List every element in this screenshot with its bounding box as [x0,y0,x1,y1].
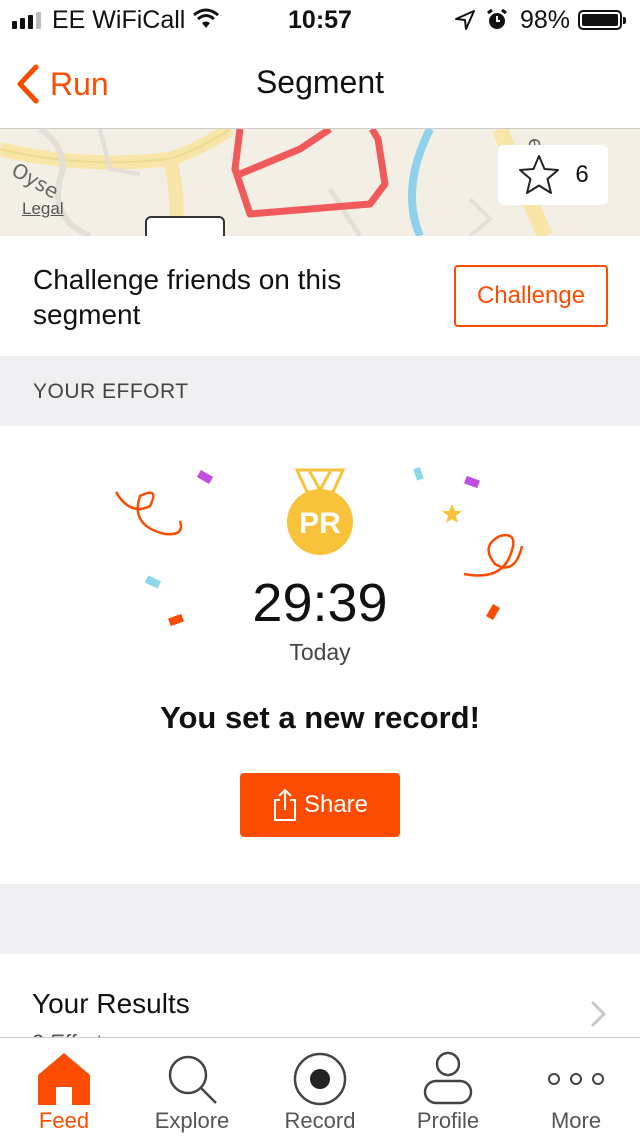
share-label: Share [303,791,369,818]
section-header: YOUR EFFORT [0,356,640,426]
map-legal-link[interactable]: Legal [22,199,64,219]
pr-medal-icon: PR [287,468,353,555]
share-button[interactable]: Share [240,773,400,837]
tab-feed[interactable]: Feed [0,1038,128,1137]
segment-map[interactable]: Oyse e wa Legal 6 [0,129,640,236]
search-icon [168,1055,217,1104]
results-title: Your Results [32,988,190,1019]
effort-date: Today [289,639,351,665]
profile-icon [423,1051,473,1105]
tab-label: Record [284,1108,356,1133]
share-icon [273,788,296,821]
chevron-right-icon [591,1001,607,1027]
pr-badge-text: PR [299,507,341,540]
location-arrow-icon [455,10,475,30]
tab-profile[interactable]: Profile [384,1038,512,1137]
home-icon [38,1053,90,1105]
record-icon [293,1052,347,1106]
more-icon [548,1073,604,1085]
battery-icon [578,10,626,30]
star-count: 6 [575,161,589,188]
tab-label: Feed [38,1108,90,1133]
challenge-text: Challenge friends on this segment [33,264,342,330]
tab-label: Profile [416,1108,480,1133]
navigation-bar: Run Segment [0,40,640,129]
star-icon [519,155,560,194]
challenge-section: Challenge friends on this segment Challe… [0,236,640,356]
your-results-row[interactable]: Your Results 2 Efforts [0,954,640,1038]
tab-label: Explore [154,1108,230,1133]
status-bar: EE WiFiCall 10:57 98% [0,0,640,40]
star-segment-button[interactable]: 6 [498,145,608,205]
tab-bar: Feed Explore Record Profile More [0,1037,640,1137]
page-title: Segment [255,64,385,100]
effort-time: 29:39 [252,573,388,633]
challenge-button[interactable]: Challenge [454,265,608,327]
section-spacer [0,884,640,954]
record-message: You set a new record! [160,700,480,735]
your-effort-header: YOUR EFFORT [33,380,189,403]
tab-label: More [550,1108,602,1133]
tab-explore[interactable]: Explore [128,1038,256,1137]
tab-record[interactable]: Record [256,1038,384,1137]
battery-percent: 98% [520,6,571,34]
alarm-icon [487,8,507,29]
tab-more[interactable]: More [512,1038,640,1137]
effort-card: PR 29:39 Today You set a new record! Sha… [0,426,640,884]
